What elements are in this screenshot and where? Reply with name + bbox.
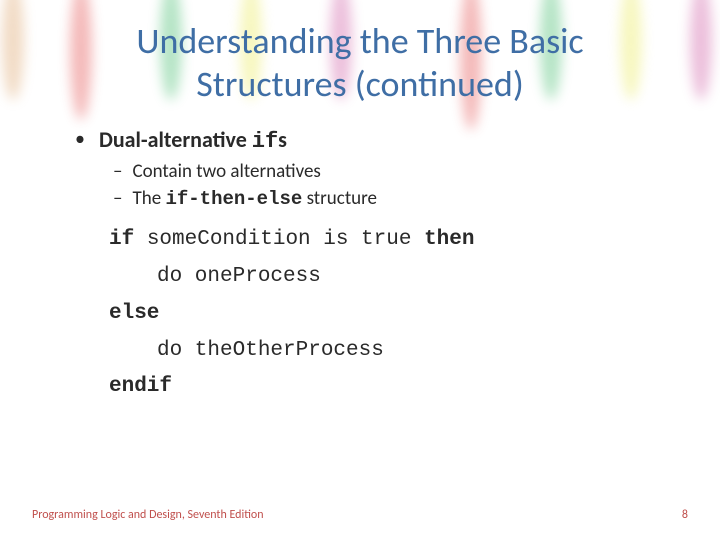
code-text: someCondition is true	[134, 228, 424, 251]
bullet-level2-text: The if-then-else structure	[132, 187, 377, 210]
text-run: structure	[302, 187, 377, 210]
keyword: else	[109, 302, 159, 325]
slide-title: Understanding the Three Basic Structures…	[0, 0, 720, 116]
code-line: if someCondition is true then	[109, 222, 660, 259]
code-run: if	[252, 129, 278, 154]
code-line: do theOtherProcess	[109, 333, 660, 370]
bullet-dash-icon: –	[113, 160, 122, 183]
bullet-level2: – Contain two alternatives	[113, 160, 660, 183]
pseudocode-block: if someCondition is true then do oneProc…	[109, 222, 660, 406]
bullet-dash-icon: –	[113, 187, 122, 210]
text-run: The	[132, 187, 165, 210]
bullet-level1: • Dual-alternative ifs	[75, 126, 660, 154]
bullet-level1-text: Dual-alternative ifs	[99, 126, 287, 154]
code-line: do oneProcess	[109, 259, 660, 296]
footer-text: Programming Logic and Design, Seventh Ed…	[32, 508, 264, 522]
page-number: 8	[682, 508, 688, 522]
code-line: else	[109, 296, 660, 333]
slide-body: • Dual-alternative ifs – Contain two alt…	[0, 116, 720, 406]
bullet-level2-text: Contain two alternatives	[132, 160, 320, 183]
bullet-level2: – The if-then-else structure	[113, 187, 660, 210]
keyword: endif	[109, 375, 172, 398]
slide-footer: Programming Logic and Design, Seventh Ed…	[32, 508, 688, 522]
text-run: s	[278, 126, 287, 153]
code-run: if-then-else	[165, 188, 302, 210]
keyword: if	[109, 228, 134, 251]
keyword: then	[424, 228, 474, 251]
bullet-dot-icon: •	[75, 126, 85, 152]
text-run: Dual-alternative	[99, 126, 252, 153]
code-line: endif	[109, 369, 660, 406]
